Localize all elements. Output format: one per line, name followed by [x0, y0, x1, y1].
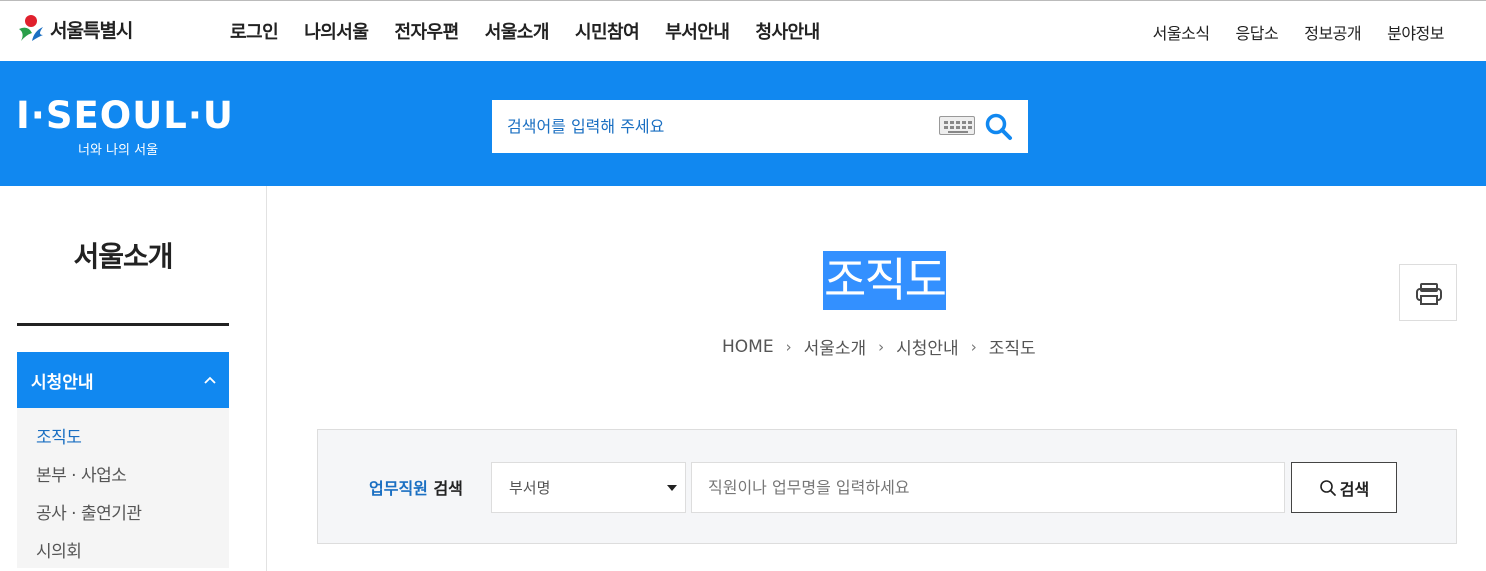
- staff-search-label-rest: 검색: [427, 479, 463, 498]
- breadcrumb-city-hall-guide[interactable]: 시청안내: [896, 334, 959, 359]
- breadcrumb: HOME › 서울소개 › 시청안내 › 조직도: [722, 334, 1036, 360]
- side-nav-item-headquarters[interactable]: 본부 · 사업소: [17, 454, 229, 492]
- chevron-right-icon: ›: [878, 337, 885, 356]
- utility-menu: 서울소식 응답소 정보공개 분야정보: [1127, 20, 1445, 44]
- chevron-right-icon: ›: [785, 337, 792, 356]
- staff-search-panel: 업무직원 검색 부서명 검색: [317, 429, 1457, 544]
- logo-text: 서울특별시: [50, 19, 133, 42]
- search-icon: [1319, 479, 1336, 496]
- menu-my-seoul[interactable]: 나의서울: [304, 18, 369, 44]
- virtual-keyboard-icon[interactable]: [939, 116, 975, 135]
- chevron-right-icon: ›: [970, 337, 977, 356]
- staff-search-button-label: 검색: [1339, 479, 1370, 499]
- i-seoul-u-logo[interactable]: I·SEOUL·U 너와 나의 서울: [16, 94, 234, 159]
- search-icon[interactable]: [984, 112, 1014, 142]
- util-info-disclosure[interactable]: 정보공개: [1304, 20, 1361, 44]
- menu-email[interactable]: 전자우편: [394, 18, 459, 44]
- page-title: 조직도: [823, 251, 947, 310]
- printer-icon: [1416, 283, 1442, 305]
- util-field-info[interactable]: 분야정보: [1387, 20, 1444, 44]
- menu-city-hall-guide[interactable]: 청사안내: [755, 18, 820, 44]
- side-nav-item-city-council[interactable]: 시의회: [17, 530, 229, 568]
- side-nav-item-org-chart[interactable]: 조직도: [17, 416, 229, 454]
- print-button[interactable]: [1399, 264, 1457, 321]
- breadcrumb-org-chart: 조직도: [988, 339, 1036, 359]
- staff-search-label: 업무직원 검색: [369, 475, 463, 499]
- side-nav-item-public-corporations[interactable]: 공사 · 출연기관: [17, 492, 229, 530]
- seoul-logo[interactable]: 서울특별시: [16, 13, 133, 45]
- main-menu: 로그인 나의서울 전자우편 서울소개 시민참여 부서안내 청사안내: [230, 18, 846, 44]
- side-nav-submenu: 조직도 본부 · 사업소 공사 · 출연기관 시의회: [17, 408, 229, 568]
- brand-slogan: I·SEOUL·U: [16, 94, 234, 137]
- site-search-box: [492, 100, 1028, 153]
- site-search-input[interactable]: [492, 100, 922, 153]
- menu-department-guide[interactable]: 부서안내: [665, 18, 730, 44]
- staff-search-label-highlight: 업무직원: [369, 479, 428, 498]
- staff-search-input[interactable]: [691, 462, 1285, 513]
- search-type-select[interactable]: 부서명: [491, 462, 686, 513]
- divider: [266, 186, 267, 571]
- side-nav-group-city-hall[interactable]: 시청안내: [17, 352, 229, 408]
- side-nav-title: 서울소개: [17, 186, 229, 326]
- search-banner: I·SEOUL·U 너와 나의 서울: [0, 61, 1486, 186]
- chevron-up-icon: [204, 376, 216, 384]
- menu-login[interactable]: 로그인: [230, 18, 279, 44]
- side-nav-group-label: 시청안내: [31, 372, 94, 393]
- menu-citizen-participation[interactable]: 시민참여: [575, 18, 640, 44]
- menu-seoul-intro[interactable]: 서울소개: [485, 18, 550, 44]
- search-type-value: 부서명: [509, 479, 551, 497]
- util-response-center[interactable]: 응답소: [1236, 20, 1279, 44]
- breadcrumb-seoul-intro[interactable]: 서울소개: [804, 334, 867, 359]
- util-seoul-news[interactable]: 서울소식: [1153, 20, 1210, 44]
- seoul-emblem-icon: [19, 15, 43, 41]
- staff-search-button[interactable]: 검색: [1291, 462, 1397, 513]
- breadcrumb-home[interactable]: HOME: [722, 337, 774, 357]
- caret-down-icon: [667, 485, 677, 491]
- top-navigation: 서울특별시 로그인 나의서울 전자우편 서울소개 시민참여 부서안내 청사안내 …: [0, 0, 1486, 61]
- side-navigation: 서울소개 시청안내 조직도 본부 · 사업소 공사 · 출연기관 시의회: [17, 186, 229, 568]
- brand-subtitle: 너와 나의 서울: [78, 143, 159, 158]
